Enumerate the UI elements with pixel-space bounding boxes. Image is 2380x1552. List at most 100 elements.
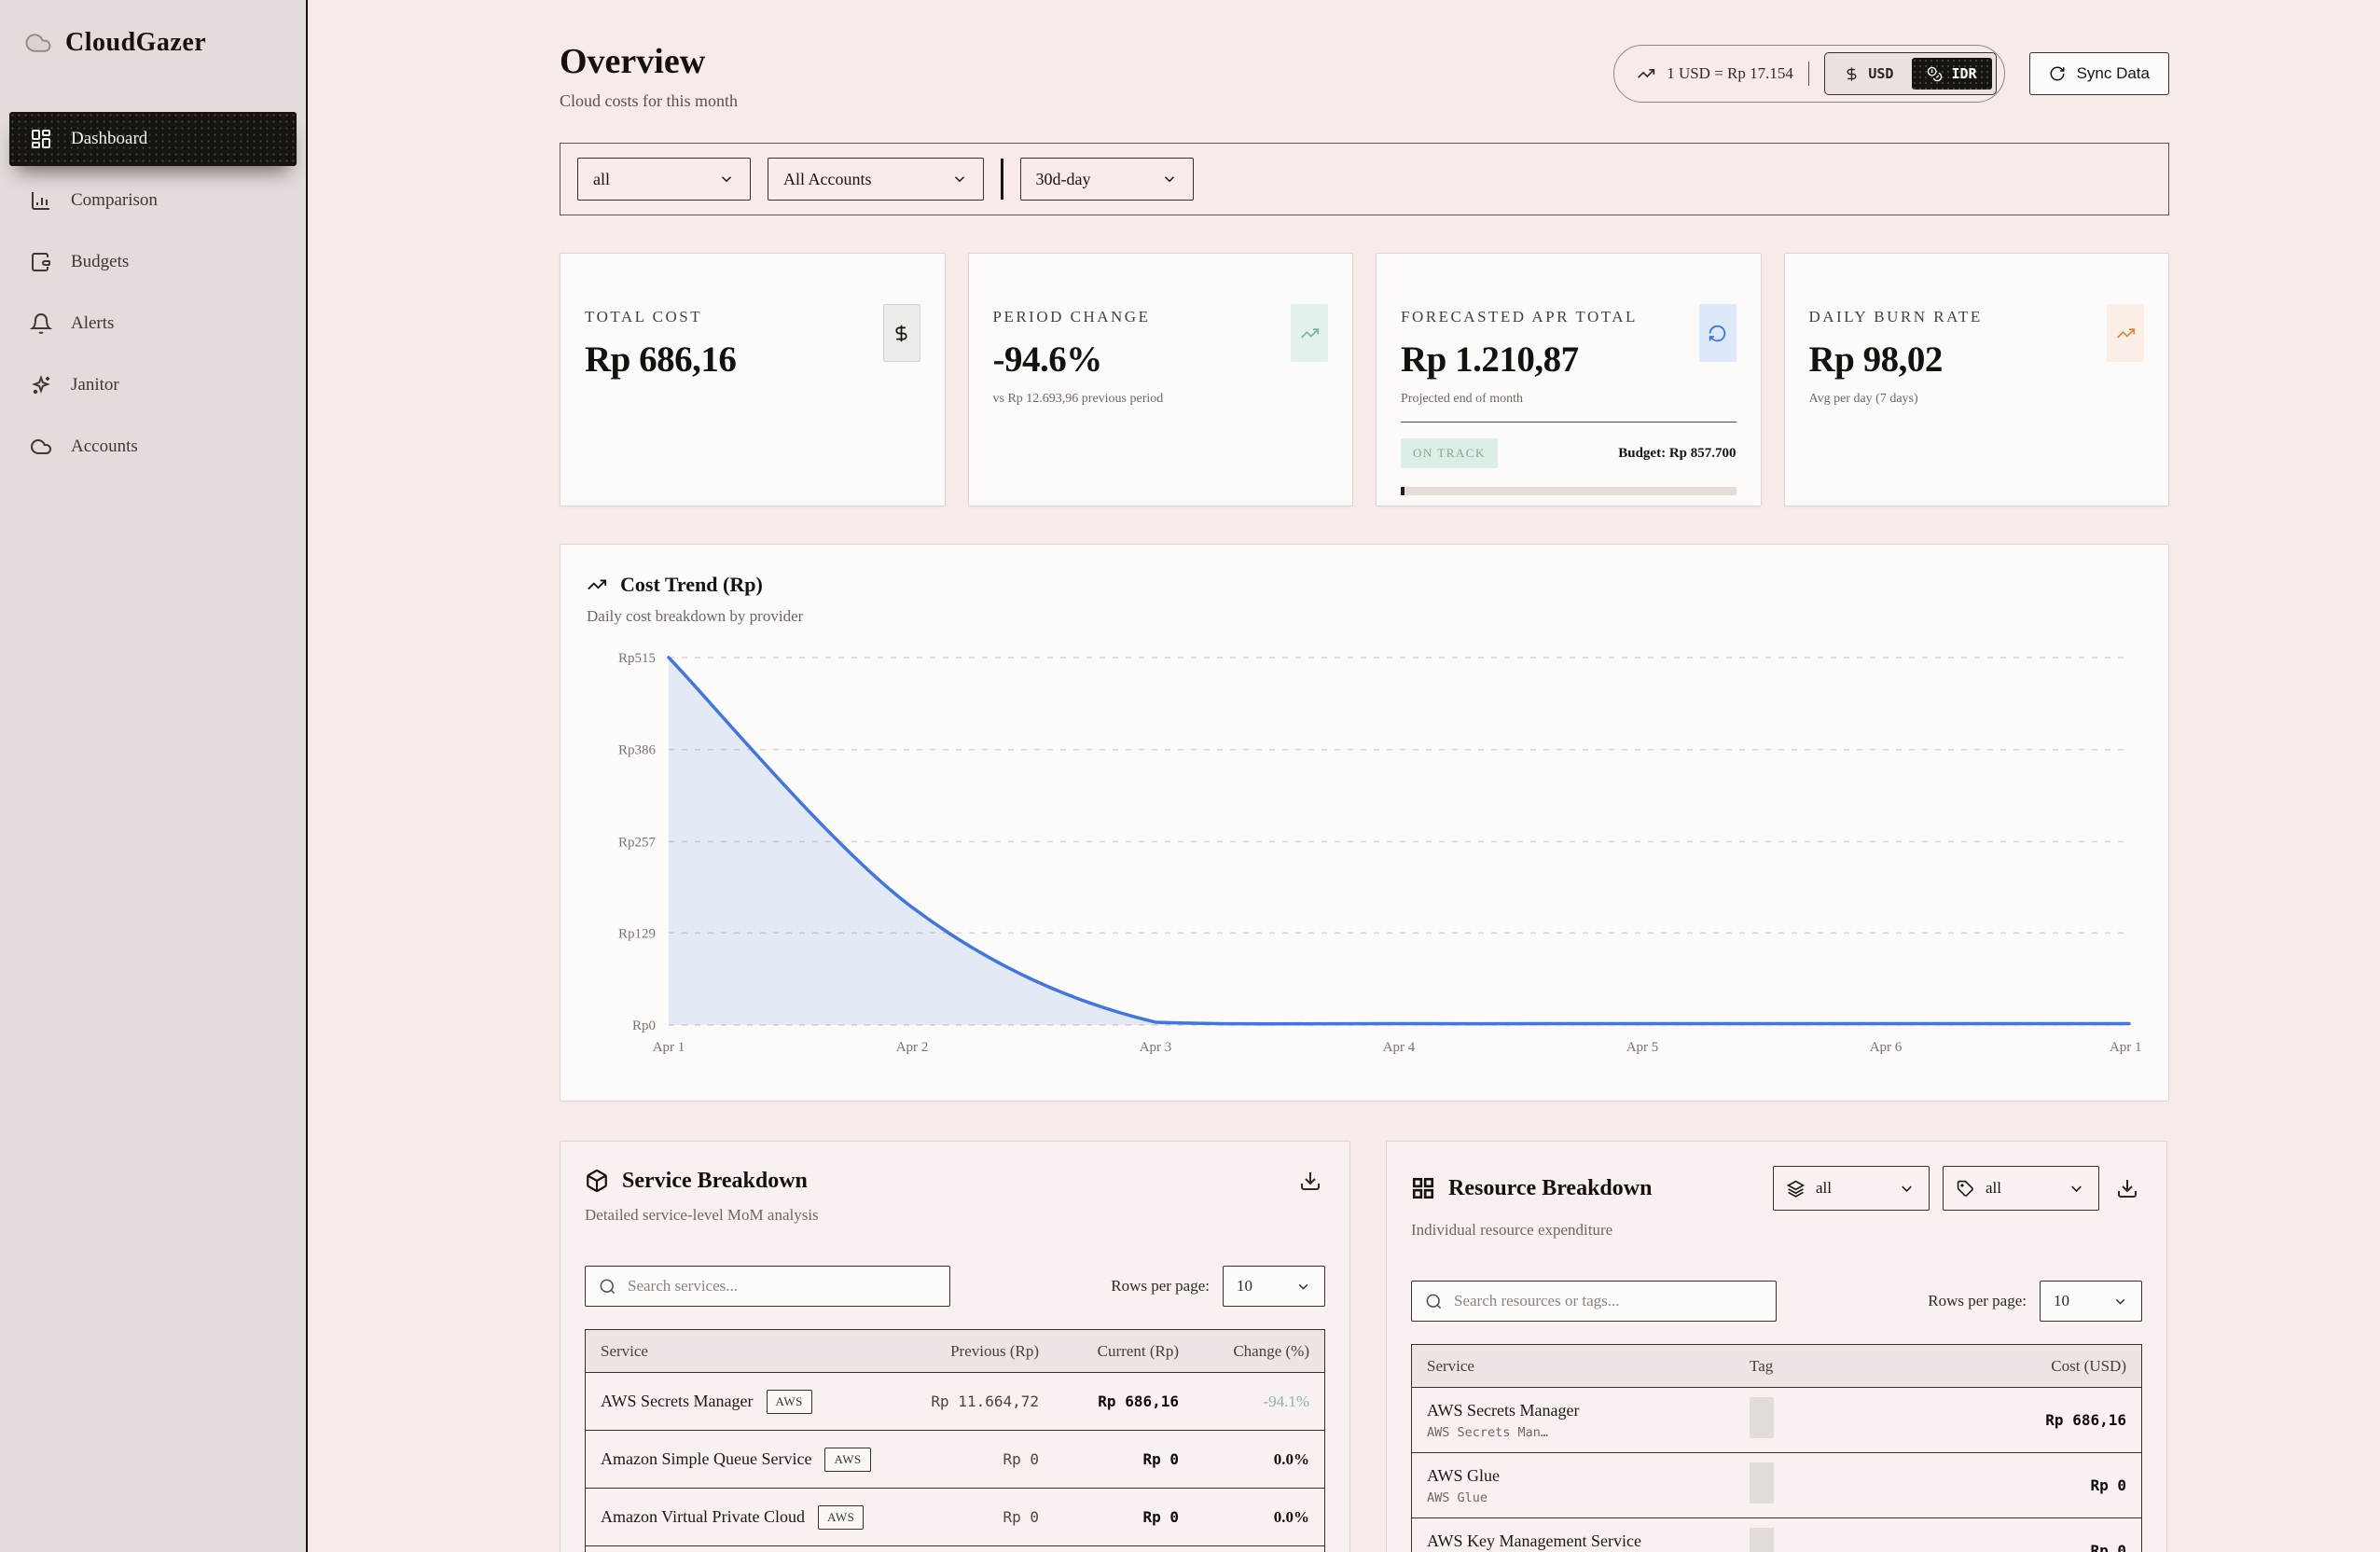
resource-breakdown-panel: Resource Breakdown all all: [1386, 1141, 2167, 1552]
column-header: Previous (Rp): [882, 1342, 1039, 1361]
sidebar-item-label: Alerts: [71, 313, 114, 334]
svg-text:Apr 5: Apr 5: [1626, 1040, 1659, 1055]
column-header: Service: [1427, 1357, 1750, 1376]
service-cell: Amazon Virtual Private Cloud AWS: [601, 1505, 882, 1530]
table-row[interactable]: Amazon Virtual Private Cloud AWS Rp 0 Rp…: [586, 1489, 1324, 1546]
exchange-rate-text: 1 USD = Rp 17.154: [1667, 64, 1793, 83]
service-breakdown-title-row: Service Breakdown: [585, 1169, 808, 1194]
accounts-select[interactable]: All Accounts: [768, 158, 984, 201]
provider-select[interactable]: all: [577, 158, 751, 201]
resource-table: Service Tag Cost (USD) AWS Secrets Manag…: [1411, 1344, 2142, 1552]
resource-tag-filter[interactable]: all: [1943, 1166, 2099, 1211]
table-row[interactable]: AWS Glue AWS Glue Rp 0: [1412, 1453, 2141, 1518]
svg-text:Rp386: Rp386: [618, 743, 657, 758]
panel-title-text: Service Breakdown: [622, 1169, 808, 1194]
svg-text:Apr 2: Apr 2: [896, 1040, 929, 1055]
stat-cards: TOTAL COST Rp 686,16 PERIOD CHANGE -94.6…: [560, 253, 2169, 506]
breakdown-section: Service Breakdown Detailed service-level…: [560, 1141, 2169, 1552]
panel-head: Resource Breakdown all all: [1411, 1166, 2142, 1211]
tag-placeholder: [1750, 1528, 1774, 1552]
download-button[interactable]: [1295, 1166, 1325, 1196]
cloud-icon: [30, 436, 52, 458]
panel-subtitle: Individual resource expenditure: [1411, 1221, 2142, 1240]
change-cell: 0.0%: [1179, 1450, 1309, 1469]
table-row[interactable]: AWS Secrets Manager AWS Rp 11.664,72 Rp …: [586, 1373, 1324, 1431]
sync-data-button[interactable]: Sync Data: [2029, 52, 2169, 95]
table-row[interactable]: AWS Secrets Manager AWS Secrets Man… Rp …: [1412, 1388, 2141, 1453]
grid-icon: [1411, 1176, 1435, 1200]
svg-text:Rp257: Rp257: [618, 835, 657, 850]
period-select-value: 30d-day: [1036, 170, 1091, 189]
resource-service-filter[interactable]: all: [1773, 1166, 1930, 1211]
card-label: PERIOD CHANGE: [993, 308, 1329, 326]
rows-per-page-value: 10: [2054, 1292, 2069, 1310]
table-row[interactable]: [586, 1546, 1324, 1552]
rows-per-page: Rows per page: 10: [1111, 1266, 1325, 1307]
chevron-down-icon: [2068, 1180, 2085, 1198]
service-name: AWS Secrets Manager: [601, 1392, 754, 1411]
search-icon: [599, 1278, 616, 1296]
sidebar-item-janitor[interactable]: Janitor: [9, 358, 297, 412]
provider-badge: AWS: [767, 1390, 812, 1414]
top-actions: 1 USD = Rp 17.154 USD IDR Sync Data: [1613, 45, 2169, 103]
cloud-logo-icon: [24, 29, 52, 57]
download-icon: [1299, 1170, 1321, 1192]
refresh-icon: [2049, 65, 2066, 82]
service-cell: Amazon Simple Queue Service AWS: [601, 1448, 882, 1472]
budget-status-row: ON TRACK Budget: Rp 857.700: [1401, 438, 1737, 468]
divider: [1401, 422, 1737, 423]
period-select[interactable]: 30d-day: [1020, 158, 1194, 201]
rows-per-page-select[interactable]: 10: [2040, 1281, 2142, 1322]
resource-breakdown-title-row: Resource Breakdown: [1411, 1176, 1652, 1201]
total-cost-card: TOTAL COST Rp 686,16: [560, 253, 946, 506]
card-value: Rp 98,02: [1809, 339, 2145, 381]
card-label: DAILY BURN RATE: [1809, 308, 2145, 326]
cost-trend-chart[interactable]: Rp0Rp129Rp257Rp386Rp515Apr 1Apr 2Apr 3Ap…: [587, 644, 2142, 1066]
table-row[interactable]: Amazon Simple Queue Service AWS Rp 0 Rp …: [586, 1431, 1324, 1489]
rows-per-page-value: 10: [1237, 1277, 1252, 1296]
usd-button[interactable]: USD: [1829, 58, 1908, 90]
table-row[interactable]: AWS Key Management Service AWS Key Manag…: [1412, 1518, 2141, 1552]
download-button[interactable]: [2112, 1173, 2142, 1203]
service-search-input[interactable]: [628, 1277, 936, 1296]
brand: CloudGazer: [0, 28, 306, 58]
svg-text:Apr 1: Apr 1: [653, 1040, 685, 1055]
period-change-card: PERIOD CHANGE -94.6% vs Rp 12.693,96 pre…: [968, 253, 1354, 506]
sidebar-item-comparison[interactable]: Comparison: [9, 173, 297, 228]
sidebar-item-accounts[interactable]: Accounts: [9, 420, 297, 474]
resource-search: [1411, 1281, 1777, 1322]
dollar-icon: [1844, 66, 1860, 82]
rows-per-page-select[interactable]: 10: [1223, 1266, 1325, 1307]
sidebar-item-alerts[interactable]: Alerts: [9, 297, 297, 351]
svg-text:Apr 6: Apr 6: [1870, 1040, 1903, 1055]
table-controls: Rows per page: 10: [585, 1266, 1325, 1307]
main-content: Overview Cloud costs for this month 1 US…: [308, 0, 2380, 1552]
resource-search-input[interactable]: [1454, 1292, 1763, 1310]
svg-text:Apr 4: Apr 4: [1383, 1040, 1416, 1055]
card-subtext: vs Rp 12.693,96 previous period: [993, 392, 1329, 407]
search-icon: [1425, 1293, 1443, 1310]
tag-placeholder: [1750, 1397, 1774, 1438]
resource-name: AWS Glue: [1427, 1465, 1750, 1487]
idr-button[interactable]: IDR: [1912, 58, 1991, 90]
card-label: TOTAL COST: [585, 308, 920, 326]
change-cell: -94.1%: [1179, 1393, 1309, 1411]
sidebar-item-dashboard[interactable]: Dashboard: [9, 112, 297, 166]
resource-filters: all all: [1773, 1166, 2142, 1211]
current-cost: Rp 686,16: [1039, 1393, 1179, 1410]
trending-up-icon: [587, 575, 607, 595]
dashboard-grid-icon: [30, 128, 52, 150]
budget-progress-fill: [1401, 487, 1404, 495]
chevron-down-icon: [2112, 1294, 2128, 1310]
column-header: Change (%): [1179, 1342, 1309, 1361]
rows-per-page-label: Rows per page:: [1111, 1277, 1210, 1296]
chart-title-row: Cost Trend (Rp): [587, 573, 2142, 597]
card-value: Rp 686,16: [585, 339, 920, 381]
download-icon: [2116, 1177, 2138, 1199]
resource-cell: AWS Key Management Service AWS Key Manag…: [1427, 1531, 1750, 1552]
sparkles-icon: [30, 374, 52, 396]
sidebar-item-budgets[interactable]: Budgets: [9, 235, 297, 289]
daily-burn-card: DAILY BURN RATE Rp 98,02 Avg per day (7 …: [1784, 253, 2170, 506]
chevron-down-icon: [1898, 1180, 1916, 1198]
rows-per-page: Rows per page: 10: [1928, 1281, 2142, 1322]
